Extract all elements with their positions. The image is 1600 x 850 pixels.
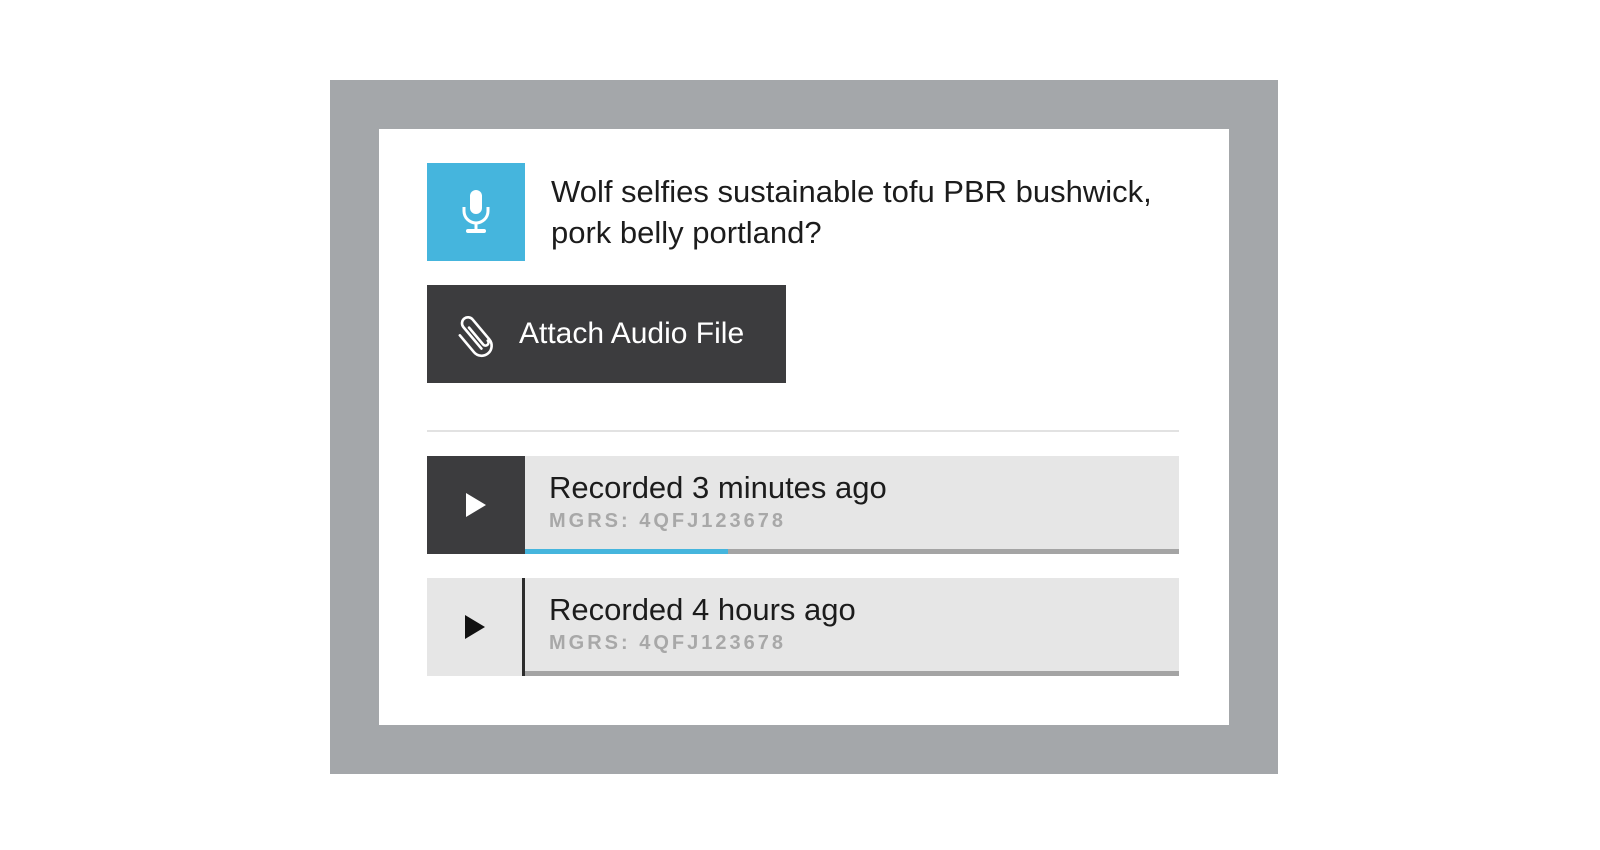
- question-text: Wolf selfies sustainable tofu PBR bushwi…: [551, 174, 1152, 250]
- play-icon: [466, 493, 486, 517]
- attach-audio-file-button[interactable]: Attach Audio File: [427, 285, 786, 383]
- divider: [427, 430, 1179, 432]
- paperclip-icon: [427, 285, 501, 383]
- recording-item[interactable]: Recorded 4 hours ago MGRS: 4QFJ123678: [427, 578, 1179, 676]
- playback-progress-track[interactable]: [525, 549, 1179, 554]
- recording-location: MGRS: 4QFJ123678: [549, 632, 786, 654]
- question-row: Wolf selfies sustainable tofu PBR bushwi…: [427, 163, 1187, 261]
- playback-progress-fill: [525, 549, 728, 554]
- microphone-badge: [427, 163, 525, 261]
- recording-title: Recorded 4 hours ago: [549, 592, 856, 627]
- device-frame: Wolf selfies sustainable tofu PBR bushwi…: [330, 80, 1278, 774]
- play-icon: [464, 615, 485, 639]
- play-button[interactable]: [427, 456, 525, 554]
- recording-item[interactable]: Recorded 3 minutes ago MGRS: 4QFJ123678: [427, 456, 1179, 554]
- play-button[interactable]: [427, 578, 525, 676]
- recording-location: MGRS: 4QFJ123678: [549, 510, 786, 532]
- audio-question-card: Wolf selfies sustainable tofu PBR bushwi…: [379, 129, 1229, 725]
- attach-button-label: Attach Audio File: [519, 317, 745, 350]
- playback-progress-track[interactable]: [525, 671, 1179, 676]
- recording-title: Recorded 3 minutes ago: [549, 470, 887, 505]
- microphone-icon: [462, 190, 490, 233]
